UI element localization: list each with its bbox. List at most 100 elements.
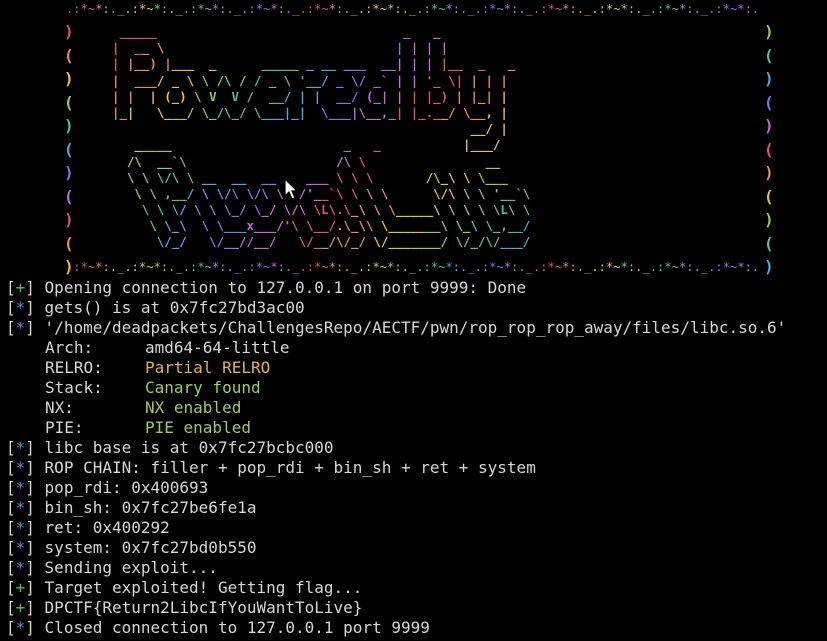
border-char: : [219,260,227,274]
border-char: : [598,260,607,274]
log-line: [*] gets() is at 0x7fc27bd3ac00 [6,298,827,318]
border-char: . [66,260,74,274]
border-char: * [503,2,512,16]
border-char: * [430,2,439,16]
border-char: * [80,260,89,274]
border-char: . [299,2,307,16]
border-char: _ [292,2,300,16]
art-line: /\ __`\ /\ \ __ [126,153,501,169]
log-bracket: ] [25,498,45,517]
border-char: ~ [671,2,680,16]
border-char: . [518,260,526,274]
log-text: Opening connection to 127.0.0.1 on port … [44,278,527,297]
log-text: ret: 0x400292 [44,518,170,537]
border-char: * [489,260,497,274]
border-paren: ( [764,233,774,253]
art-line: _____ _ _ [119,24,441,39]
border-char: ~ [321,2,329,16]
checksec-row: PIE: PIE enabled [6,418,827,438]
log-bracket: [ [6,578,16,597]
log-line: [+] Target exploited! Getting flag... [6,578,827,598]
log-bracket: ] [25,598,45,617]
border-char: * [197,260,205,274]
border-char: . [299,260,307,274]
border-char: * [95,2,103,16]
log-text: bin_sh: 0x7fc27be6fe1a [44,498,257,517]
border-char: : [627,260,636,274]
border-char: . [635,2,643,16]
log-bracket: [ [6,538,16,557]
border-char: ~ [146,2,154,16]
log-line: [*] bin_sh: 0x7fc27be6fe1a [6,498,827,518]
log-text: pop_rdi: 0x400693 [44,478,209,497]
powered-by-art: _____ _ _ | __ \ | | | | | |__) |___ _ _… [112,24,538,251]
border-char: : [277,2,286,16]
art-line: \/_/ \/__//__/ \/__/\/_/ \/_______/ \/_/… [156,234,531,250]
info-marker: * [15,458,26,477]
border-paren: ( [64,233,74,253]
log-bracket: [ [6,458,16,477]
border-char: : [277,260,286,274]
border-char: ~ [87,2,96,16]
terminal-window[interactable]: .:*~*:._.:*~*:._.:*~*:._.:*~*:._.:*~*:._… [0,0,827,641]
border-char: . [284,2,293,16]
log-line: [*] Closed connection to 127.0.0.1 port … [6,618,827,638]
border-char: : [540,260,548,274]
log-line: [*] '/home/deadpackets/ChallengesRepo/AE… [6,318,827,338]
checksec-key: RELRO: [45,358,103,377]
border-char: * [387,2,395,16]
checksec-row: Arch: amd64-64-little [6,338,827,358]
border-paren: ) [64,210,74,229]
border-char: . [460,260,468,274]
log-bracket: [ [6,438,16,457]
border-char: . [474,260,483,274]
border-char: _ [584,260,592,274]
banner-border-top: .:*~*:._.:*~*:._.:*~*:._.:*~*:._.:*~*:._… [66,2,759,16]
art-line: \ \ ,__/ \ \/\ \/\ \ /'__`\ \ \ \ \/\ \ … [134,185,531,201]
border-char: * [737,2,745,16]
border-char: * [270,260,278,274]
log-bracket: ] [25,518,45,537]
art-line: |_| \___/ \_/\_/ \___|_| \___|\__,_| |_.… [112,104,508,120]
banner-border-bottom: .:*~*:._.:*~*:._.:*~*:._.:*~*:._.:*~*:._… [66,260,759,274]
border-char: . [343,260,351,274]
border-char: . [357,260,366,274]
border-char: _ [117,2,125,16]
checksec-value: NX enabled [145,398,242,417]
border-paren: ) [764,163,774,182]
border-char: : [335,2,344,16]
checksec-value: Partial RELRO [145,358,271,377]
border-char: ~ [613,2,621,16]
art-line: \ \ \/\ \ __ __ __ ___ \ \ \ /\_\ \ \___ [126,169,508,185]
border-paren: ) [764,116,774,135]
border-paren: ( [764,186,774,206]
log-line: [*] ROP CHAIN: filler + pop_rdi + bin_sh… [6,458,827,478]
border-char: * [80,2,89,16]
border-char: . [109,2,118,16]
border-char: * [211,2,220,16]
border-char: ~ [496,260,504,274]
border-char: * [547,260,556,274]
border-paren: ) [64,22,74,41]
info-marker: * [15,318,26,337]
border-paren: ( [64,92,74,112]
border-char: ~ [204,260,213,274]
border-char: : [452,2,461,16]
border-char: : [394,260,402,274]
checksec-row: RELRO: Partial RELRO [6,358,827,378]
border-char: _ [584,2,592,16]
log-text: ROP CHAIN: filler + pop_rdi + bin_sh + r… [44,458,536,477]
info-marker: * [15,518,26,537]
border-char: * [314,260,322,274]
border-char: . [649,2,658,16]
border-char: . [343,2,351,16]
border-char: : [160,2,169,16]
border-paren: ( [764,92,774,112]
banner-border-left: )()()()()() [64,20,74,278]
border-char: _ [467,260,475,274]
border-char: : [423,260,431,274]
border-char: ~ [730,2,738,16]
log-line: [+] Opening connection to 127.0.0.1 on p… [6,278,827,298]
border-paren: ( [764,45,774,65]
info-marker: * [15,538,26,557]
